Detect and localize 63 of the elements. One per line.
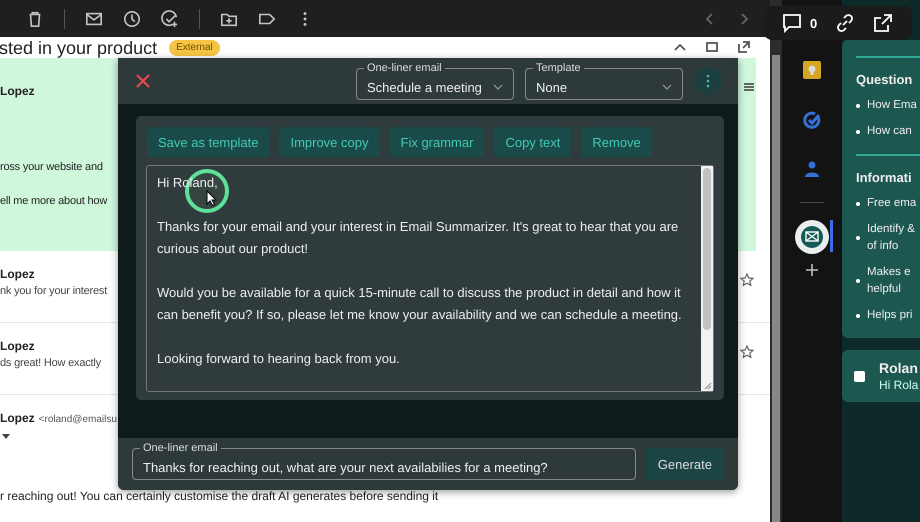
bullet-icon: [856, 202, 860, 206]
action-button[interactable]: Save as template: [147, 127, 270, 157]
envelope-circle-icon[interactable]: [795, 220, 829, 254]
external-badge: External: [169, 40, 220, 56]
section-heading: Question: [856, 72, 914, 87]
plus-icon[interactable]: [805, 263, 819, 277]
bullet-icon: [856, 279, 860, 283]
cursor-icon: [206, 190, 217, 206]
bullet-icon: [856, 314, 860, 318]
task-add-icon[interactable]: [161, 10, 179, 28]
summary-item: How Ema: [867, 98, 917, 113]
draft-card[interactable]: Rolan Hi Rola: [842, 350, 920, 402]
caret-down-icon[interactable]: [2, 434, 10, 439]
bullet-icon: [856, 130, 860, 134]
close-icon[interactable]: [136, 74, 150, 88]
action-button[interactable]: Copy text: [494, 127, 572, 157]
sender-name: Lopez: [0, 339, 35, 353]
sender-address: <roland@emailsu: [38, 414, 117, 425]
sender-name: Lopez: [0, 267, 35, 281]
chevron-down-icon: [493, 84, 503, 90]
link-icon[interactable]: [835, 13, 856, 33]
body-paragraph: Looking forward to hearing back from you.: [157, 350, 401, 368]
open-new-window-icon[interactable]: [738, 41, 750, 53]
more-icon: [706, 74, 710, 88]
message-snippet: nk you for your interest: [0, 285, 108, 297]
sender-name: Lopez: [0, 84, 35, 98]
action-button[interactable]: Fix grammar: [390, 127, 484, 157]
body-paragraph: Would you be available for a quick 15-minute call to discuss the product in detail and how it can benefit you? If so, please let me know your availability and we can schedule a meeting.: [157, 284, 683, 324]
summary-item: Makes e helpful: [867, 265, 910, 297]
action-button[interactable]: Improve copy: [279, 127, 380, 157]
message-snippet: ross your website and: [0, 161, 103, 173]
selected-indicator: [830, 220, 833, 252]
comment-count: 0: [810, 16, 818, 30]
resize-handle-icon[interactable]: [704, 382, 712, 390]
action-button[interactable]: Remove: [581, 127, 652, 157]
star-icon[interactable]: [740, 345, 754, 359]
body-paragraph: Thanks for your email and your interest in Email Summarizer. It's great to hear that you are curious about our product!: [157, 218, 680, 258]
menu-icon[interactable]: [744, 82, 754, 92]
scrollbar-thumb[interactable]: [703, 168, 711, 330]
bullet-icon: [856, 104, 860, 108]
draft-title: Rolan: [879, 360, 918, 376]
summary-item: Free ema: [867, 196, 916, 211]
message-snippet: ds great! How exactly: [0, 357, 101, 369]
check-circle-icon[interactable]: [803, 111, 821, 129]
message-body: r reaching out! You can certainly customise the draft AI generates before sending it: [0, 489, 440, 503]
star-icon[interactable]: [740, 273, 754, 287]
chevron-down-icon: [662, 84, 672, 90]
person-icon[interactable]: [805, 161, 819, 177]
scrollbar-thumb[interactable]: [772, 55, 780, 522]
draft-preview: Hi Rola: [879, 378, 918, 392]
comment-icon[interactable]: [782, 13, 802, 33]
summary-item: Helps pri: [867, 308, 912, 323]
checkbox[interactable]: [854, 370, 865, 382]
generate-button[interactable]: Generate: [646, 448, 724, 480]
summary-item: How can: [867, 124, 912, 139]
section-heading: Informati: [856, 170, 913, 185]
caret-up-icon[interactable]: [674, 43, 686, 51]
clock-icon[interactable]: [123, 10, 141, 28]
message-snippet: ell me more about how: [0, 195, 108, 207]
bullet-icon: [856, 236, 860, 240]
open-external-icon[interactable]: [873, 13, 894, 33]
sender-name: Lopez: [0, 411, 35, 425]
summary-item: Identify & of info: [867, 222, 915, 254]
